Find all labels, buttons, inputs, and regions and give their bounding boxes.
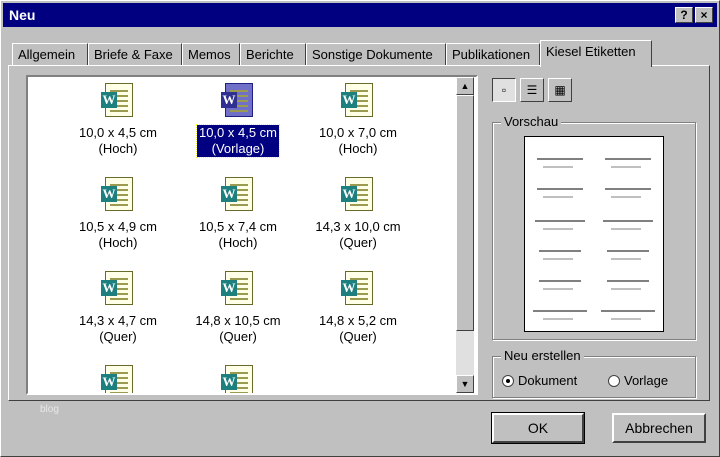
word-template-icon: W xyxy=(221,83,255,119)
word-template-icon: W xyxy=(101,365,135,393)
template-item[interactable]: W 14,8 x 5,2 cm (Quer) xyxy=(298,271,418,345)
word-template-icon: W xyxy=(221,365,255,393)
word-template-icon: W xyxy=(341,83,375,119)
template-item[interactable]: W xyxy=(178,365,298,393)
create-new-legend: Neu erstellen xyxy=(501,348,584,363)
details-view-icon[interactable]: ▦ xyxy=(548,78,572,102)
preview-legend: Vorschau xyxy=(501,114,562,129)
template-item[interactable]: W 10,0 x 7,0 cm (Hoch) xyxy=(298,83,418,157)
radio-dokument-label: Dokument xyxy=(518,373,578,388)
tab-allgemein[interactable]: Allgemein xyxy=(12,43,88,65)
template-item[interactable]: W 10,5 x 7,4 cm (Hoch) xyxy=(178,177,298,251)
vertical-scrollbar[interactable]: ▲ ▼ xyxy=(456,77,474,393)
radio-checked-icon xyxy=(502,375,514,387)
radio-vorlage-label: Vorlage xyxy=(624,373,669,388)
watermark-text: blog xyxy=(40,404,59,415)
list-view-icon[interactable]: ☰ xyxy=(520,78,544,102)
template-label: 10,0 x 4,5 cm (Vorlage) xyxy=(195,124,281,158)
label-sheet-preview-icon xyxy=(533,158,655,320)
tab-memos[interactable]: Memos xyxy=(182,43,240,65)
title-bar[interactable]: Neu ? × xyxy=(3,3,717,27)
word-template-icon: W xyxy=(221,177,255,213)
help-button[interactable]: ? xyxy=(675,7,693,23)
word-template-icon: W xyxy=(221,271,255,307)
close-button[interactable]: × xyxy=(695,7,713,23)
radio-vorlage[interactable]: Vorlage xyxy=(608,373,668,389)
word-template-icon: W xyxy=(341,177,375,213)
tab-berichte[interactable]: Berichte xyxy=(240,43,306,65)
word-template-icon: W xyxy=(101,271,135,307)
template-item[interactable]: W 14,8 x 10,5 cm (Quer) xyxy=(178,271,298,345)
word-template-icon: W xyxy=(101,83,135,119)
scroll-down-button[interactable]: ▼ xyxy=(456,375,474,393)
tab-publikationen[interactable]: Publikationen xyxy=(446,43,540,65)
tab-sonstige-dokumente[interactable]: Sonstige Dokumente xyxy=(306,43,446,65)
word-template-icon: W xyxy=(341,271,375,307)
template-label: 14,3 x 4,7 cm (Quer) xyxy=(78,313,158,344)
tab-kiesel-etiketten[interactable]: Kiesel Etiketten xyxy=(540,40,652,67)
template-label: 14,3 x 10,0 cm (Quer) xyxy=(315,219,401,250)
template-label: 10,5 x 7,4 cm (Hoch) xyxy=(198,219,278,250)
radio-dokument[interactable]: Dokument xyxy=(502,373,577,389)
large-icons-view-icon[interactable]: ▫ xyxy=(492,78,516,102)
template-item-selected[interactable]: W 10,0 x 4,5 cm (Vorlage) xyxy=(178,83,298,158)
label-preview-image xyxy=(524,136,664,332)
scroll-up-button[interactable]: ▲ xyxy=(456,77,474,95)
cancel-button[interactable]: Abbrechen xyxy=(612,413,706,443)
tab-briefe-faxe[interactable]: Briefe & Faxe xyxy=(88,43,182,65)
template-label: 14,8 x 10,5 cm (Quer) xyxy=(195,313,281,344)
word-template-icon: W xyxy=(101,177,135,213)
template-item[interactable]: W 10,5 x 4,9 cm (Hoch) xyxy=(58,177,178,251)
template-label: 10,0 x 4,5 cm (Hoch) xyxy=(78,125,158,156)
template-item[interactable]: W 14,3 x 10,0 cm (Quer) xyxy=(298,177,418,251)
radio-unchecked-icon xyxy=(608,375,620,387)
template-item[interactable]: W 14,3 x 4,7 cm (Quer) xyxy=(58,271,178,345)
scroll-thumb[interactable] xyxy=(456,95,474,331)
ok-button[interactable]: OK xyxy=(491,412,585,444)
template-item[interactable]: W xyxy=(58,365,178,393)
template-item[interactable]: W 10,0 x 4,5 cm (Hoch) xyxy=(58,83,178,157)
template-label: 14,8 x 5,2 cm (Quer) xyxy=(318,313,398,344)
tab-strip: Allgemein Briefe & Faxe Memos Berichte S… xyxy=(8,40,708,67)
template-label: 10,5 x 4,9 cm (Hoch) xyxy=(78,219,158,250)
template-label: 10,0 x 7,0 cm (Hoch) xyxy=(318,125,398,156)
dialog-title: Neu xyxy=(9,7,36,23)
template-list[interactable]: W 10,0 x 4,5 cm (Hoch) W 10,0 x 4,5 cm (Vo… xyxy=(26,75,478,395)
